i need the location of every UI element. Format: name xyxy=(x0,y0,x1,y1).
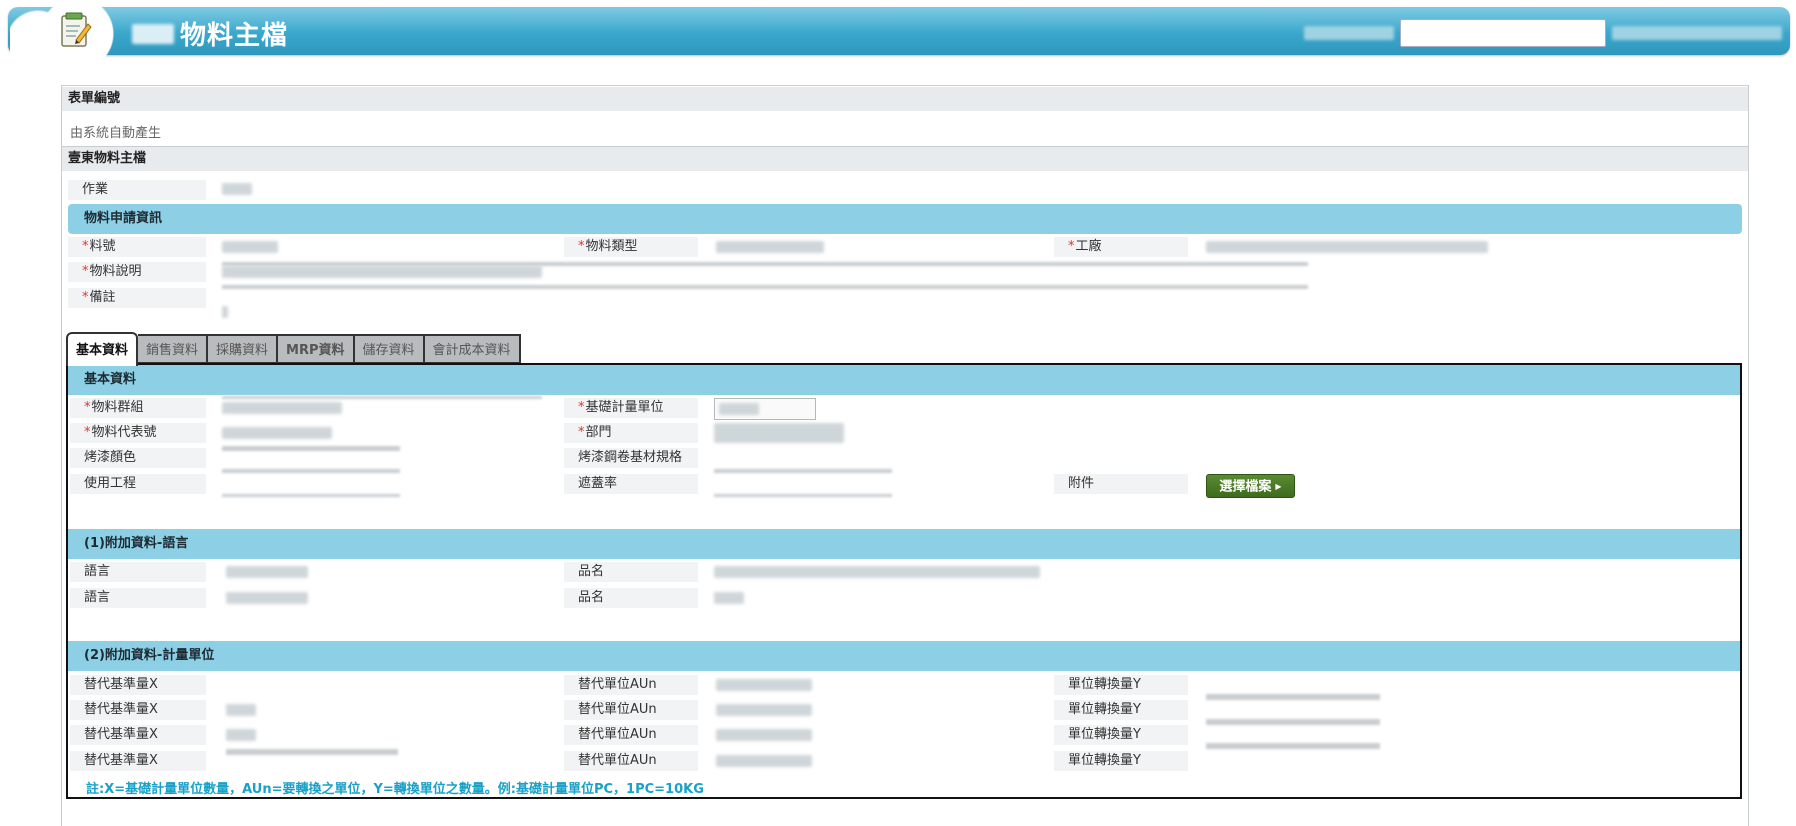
remark-label: *備註 xyxy=(68,288,206,308)
product-name-label: 品名 xyxy=(564,588,698,608)
usage-project-label: 使用工程 xyxy=(70,474,206,494)
session-info-redacted xyxy=(1612,26,1782,40)
material-desc-value[interactable] xyxy=(222,266,542,282)
page-title-text: 物料主檔 xyxy=(180,21,289,51)
language-label: 語言 xyxy=(70,562,206,582)
alt-base-qty-value[interactable] xyxy=(226,704,256,720)
material-no-label: *料號 xyxy=(68,237,206,257)
arrow-right-icon: ▶ xyxy=(1275,482,1282,491)
product-name-label: 品名 xyxy=(564,562,698,582)
operation-label: 作業 xyxy=(68,180,206,200)
language-section-header: (1)附加資料-語言 xyxy=(68,529,1740,559)
alt-base-qty-label: 替代基準量X xyxy=(70,751,206,771)
tab-basic[interactable]: 基本資料 xyxy=(66,332,139,366)
product-name-value[interactable] xyxy=(714,566,1040,582)
material-type-value[interactable] xyxy=(716,241,824,257)
material-type-label: *物料類型 xyxy=(564,237,698,257)
attachment-label: 附件 xyxy=(1054,474,1188,494)
material-group-select[interactable] xyxy=(222,402,342,418)
language-label: 語言 xyxy=(70,588,206,608)
material-rep-no-value[interactable] xyxy=(222,427,332,443)
material-group-label: *物料群組 xyxy=(70,398,206,418)
unit-conversion-label: 單位轉換量Y xyxy=(1054,725,1188,745)
material-desc-label: *物料說明 xyxy=(68,262,206,282)
language-value[interactable] xyxy=(226,592,308,608)
department-label: *部門 xyxy=(564,423,698,443)
material-group-border xyxy=(222,396,542,399)
unit-conversion-label: 單位轉換量Y xyxy=(1054,751,1188,771)
tab-accounting[interactable]: 會計成本資料 xyxy=(424,334,521,364)
material-desc-field-border xyxy=(222,262,1308,266)
plant-label: *工廠 xyxy=(1054,237,1188,257)
coverage-field[interactable] xyxy=(714,494,892,497)
material-desc-field-border xyxy=(222,285,1308,289)
tab-sales[interactable]: 銷售資料 xyxy=(138,334,209,364)
paint-color-label: 烤漆顏色 xyxy=(70,448,206,468)
alt-base-qty-label: 替代基準量X xyxy=(70,700,206,720)
user-info-redacted xyxy=(1304,26,1394,40)
alt-unit-value[interactable] xyxy=(716,679,812,695)
title-prefix-redacted xyxy=(132,23,174,44)
language-value[interactable] xyxy=(226,566,308,582)
base-unit-label: *基礎計量單位 xyxy=(564,398,698,418)
alt-base-qty-field[interactable] xyxy=(226,749,398,755)
master-section-header: 壹東物料主檔 xyxy=(62,147,1748,171)
unit-conversion-field[interactable] xyxy=(1206,743,1380,749)
alt-unit-value[interactable] xyxy=(716,755,812,771)
alt-unit-value[interactable] xyxy=(716,729,812,745)
unit-conversion-field[interactable] xyxy=(1206,694,1380,700)
alt-base-qty-value[interactable] xyxy=(226,729,256,745)
product-name-value[interactable] xyxy=(714,592,744,608)
paint-steel-spec-field[interactable] xyxy=(714,469,892,473)
form-number-header: 表單編號 xyxy=(62,87,1748,111)
plant-value xyxy=(1206,241,1488,257)
tab-purchase[interactable]: 採購資料 xyxy=(208,334,279,364)
application-section-header: 物料申請資訊 xyxy=(68,204,1742,234)
alt-unit-value[interactable] xyxy=(716,704,812,720)
tab-bar: 基本資料 銷售資料 採購資料 MRP資料 儲存資料 會計成本資料 xyxy=(66,332,521,366)
page-title: 物料主檔 xyxy=(132,15,288,52)
tab-mrp[interactable]: MRP資料 xyxy=(278,334,355,364)
alt-base-qty-label: 替代基準量X xyxy=(70,675,206,695)
app-header: 物料主檔 xyxy=(8,3,1790,59)
paint-steel-spec-label: 烤漆鋼卷基材規格 xyxy=(564,448,698,468)
unit-conversion-label: 單位轉換量Y xyxy=(1054,700,1188,720)
header-user-area xyxy=(1304,19,1782,47)
tab-storage[interactable]: 儲存資料 xyxy=(354,334,425,364)
coverage-label: 遮蓋率 xyxy=(564,474,698,494)
operation-value xyxy=(222,183,252,199)
base-unit-select[interactable] xyxy=(714,398,816,420)
material-rep-no-label: *物料代表號 xyxy=(70,423,206,443)
choose-file-button[interactable]: 選擇檔案 ▶ xyxy=(1206,474,1295,498)
paint-color-field-border xyxy=(222,469,400,473)
unit-section-header: (2)附加資料-計量單位 xyxy=(68,641,1740,671)
paint-color-field[interactable] xyxy=(222,446,400,451)
header-search-input[interactable] xyxy=(1400,19,1606,47)
usage-project-field[interactable] xyxy=(222,494,400,497)
unit-note: 註:X=基礎計量單位數量，AUn=要轉換之單位，Y=轉換單位之數量。例:基礎計量… xyxy=(86,782,704,797)
alt-unit-label: 替代單位AUn xyxy=(564,675,698,695)
edit-document-icon xyxy=(61,12,92,47)
remark-value[interactable] xyxy=(222,306,228,322)
alt-unit-label: 替代單位AUn xyxy=(564,700,698,720)
alt-unit-label: 替代單位AUn xyxy=(564,725,698,745)
unit-conversion-label: 單位轉換量Y xyxy=(1054,675,1188,695)
alt-unit-label: 替代單位AUn xyxy=(564,751,698,771)
department-select[interactable] xyxy=(714,423,844,447)
unit-conversion-field[interactable] xyxy=(1206,719,1380,725)
alt-base-qty-label: 替代基準量X xyxy=(70,725,206,745)
auto-generated-text: 由系統自動產生 xyxy=(70,126,162,141)
material-no-value xyxy=(222,241,278,257)
basic-section-header: 基本資料 xyxy=(68,365,1740,395)
